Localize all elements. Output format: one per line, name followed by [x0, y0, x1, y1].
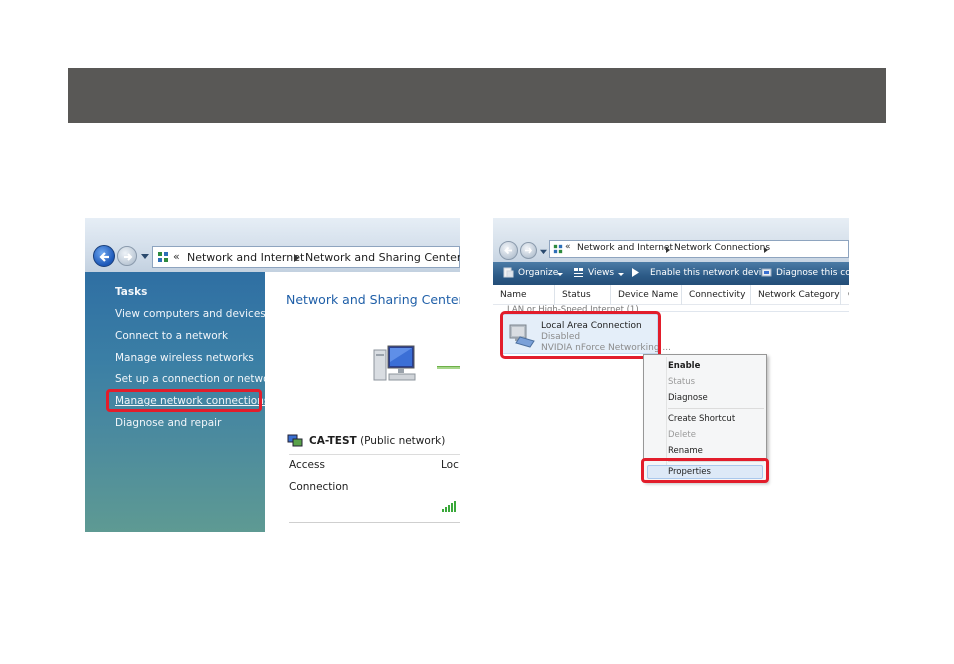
highlight-manage-connections: [106, 389, 262, 412]
address-field[interactable]: « Network and Internet Network and Shari…: [152, 246, 460, 268]
task-manage-wireless[interactable]: Manage wireless networks: [115, 352, 254, 364]
menu-item-create-shortcut[interactable]: Create Shortcut: [668, 414, 735, 424]
network-sharing-center-screenshot: « Network and Internet Network and Shari…: [85, 218, 460, 532]
highlight-local-area-connection: [500, 311, 661, 359]
slide-header-bar: [68, 68, 886, 123]
breadcrumb-separator-icon[interactable]: [666, 247, 670, 253]
organize-button[interactable]: Organize: [518, 268, 558, 278]
connection-label: Connection: [289, 481, 349, 493]
menu-item-status[interactable]: Status: [668, 377, 695, 387]
organize-dropdown-icon[interactable]: [557, 273, 563, 276]
page-title: Network and Sharing Center: [286, 292, 460, 307]
tasks-title: Tasks: [115, 286, 148, 298]
breadcrumb-overflow[interactable]: «: [565, 242, 571, 252]
signal-strength-icon: [442, 501, 456, 512]
network-type: (Public network): [360, 435, 446, 447]
back-button[interactable]: [499, 241, 518, 260]
menu-item-rename[interactable]: Rename: [668, 446, 703, 456]
menu-item-delete[interactable]: Delete: [668, 430, 696, 440]
divider: [289, 522, 460, 523]
enable-device-icon: [632, 268, 639, 277]
breadcrumb-overflow[interactable]: «: [173, 250, 180, 263]
network-name-label: CA-TEST (Public network): [309, 435, 445, 447]
breadcrumb-separator-icon[interactable]: [764, 247, 768, 253]
column-name[interactable]: Name: [493, 285, 555, 305]
task-setup-connection[interactable]: Set up a connection or network: [115, 373, 280, 385]
breadcrumb-network-internet[interactable]: Network and Internet: [187, 251, 304, 264]
column-more[interactable]: C: [841, 285, 849, 305]
history-dropdown-icon[interactable]: [141, 252, 149, 260]
forward-button[interactable]: [520, 242, 537, 259]
breadcrumb-network-connections[interactable]: Network Connections: [674, 243, 770, 253]
address-bar-area: « Network and Internet Network Connectio…: [493, 218, 849, 262]
views-dropdown-icon[interactable]: [618, 273, 624, 276]
views-icon: [574, 268, 583, 277]
network-folder-icon: [553, 244, 563, 254]
forward-arrow-icon: [124, 253, 133, 261]
network-icon: [287, 434, 303, 447]
address-bar-area: « Network and Internet Network and Shari…: [85, 218, 460, 272]
group-divider: [633, 311, 849, 312]
network-name: CA-TEST: [309, 435, 357, 447]
network-connections-screenshot: « Network and Internet Network Connectio…: [493, 218, 849, 494]
forward-arrow-icon: [525, 247, 533, 254]
access-label: Access: [289, 459, 325, 471]
column-network-category[interactable]: Network Category: [751, 285, 841, 305]
diagnose-icon: [761, 268, 772, 277]
views-button[interactable]: Views: [588, 268, 614, 278]
breadcrumb-network-internet[interactable]: Network and Internet: [577, 243, 673, 253]
task-view-computers[interactable]: View computers and devices: [115, 308, 266, 320]
back-button[interactable]: [93, 245, 115, 267]
diagnose-connection-button[interactable]: Diagnose this conn: [776, 268, 849, 278]
menu-item-enable[interactable]: Enable: [668, 361, 700, 371]
column-status[interactable]: Status: [555, 285, 611, 305]
access-value: Loc: [441, 459, 459, 471]
organize-icon: [503, 267, 514, 278]
history-dropdown-icon[interactable]: [540, 248, 547, 255]
column-device-name[interactable]: Device Name: [611, 285, 682, 305]
divider: [289, 454, 460, 455]
menu-item-diagnose[interactable]: Diagnose: [668, 393, 708, 403]
highlight-properties: [641, 458, 769, 483]
task-diagnose-repair[interactable]: Diagnose and repair: [115, 417, 221, 429]
back-arrow-icon: [504, 246, 512, 255]
computer-icon: [373, 345, 416, 381]
task-connect-network[interactable]: Connect to a network: [115, 330, 228, 342]
menu-separator: [668, 408, 764, 409]
back-arrow-icon: [99, 252, 109, 262]
address-field[interactable]: « Network and Internet Network Connectio…: [549, 240, 849, 258]
column-header-row: Name Status Device Name Connectivity Net…: [493, 285, 849, 305]
sharing-center-content: Network and Sharing Center CA-TEST (Publ…: [265, 272, 460, 532]
command-toolbar: Organize Views Enable this network devic…: [493, 262, 849, 285]
breadcrumb-separator-icon[interactable]: [294, 254, 299, 262]
connection-line: [437, 366, 460, 369]
enable-device-button[interactable]: Enable this network device: [650, 268, 772, 278]
forward-button[interactable]: [117, 246, 137, 266]
column-connectivity[interactable]: Connectivity: [682, 285, 751, 305]
breadcrumb-sharing-center[interactable]: Network and Sharing Center: [305, 251, 460, 264]
network-folder-icon: [158, 252, 168, 262]
